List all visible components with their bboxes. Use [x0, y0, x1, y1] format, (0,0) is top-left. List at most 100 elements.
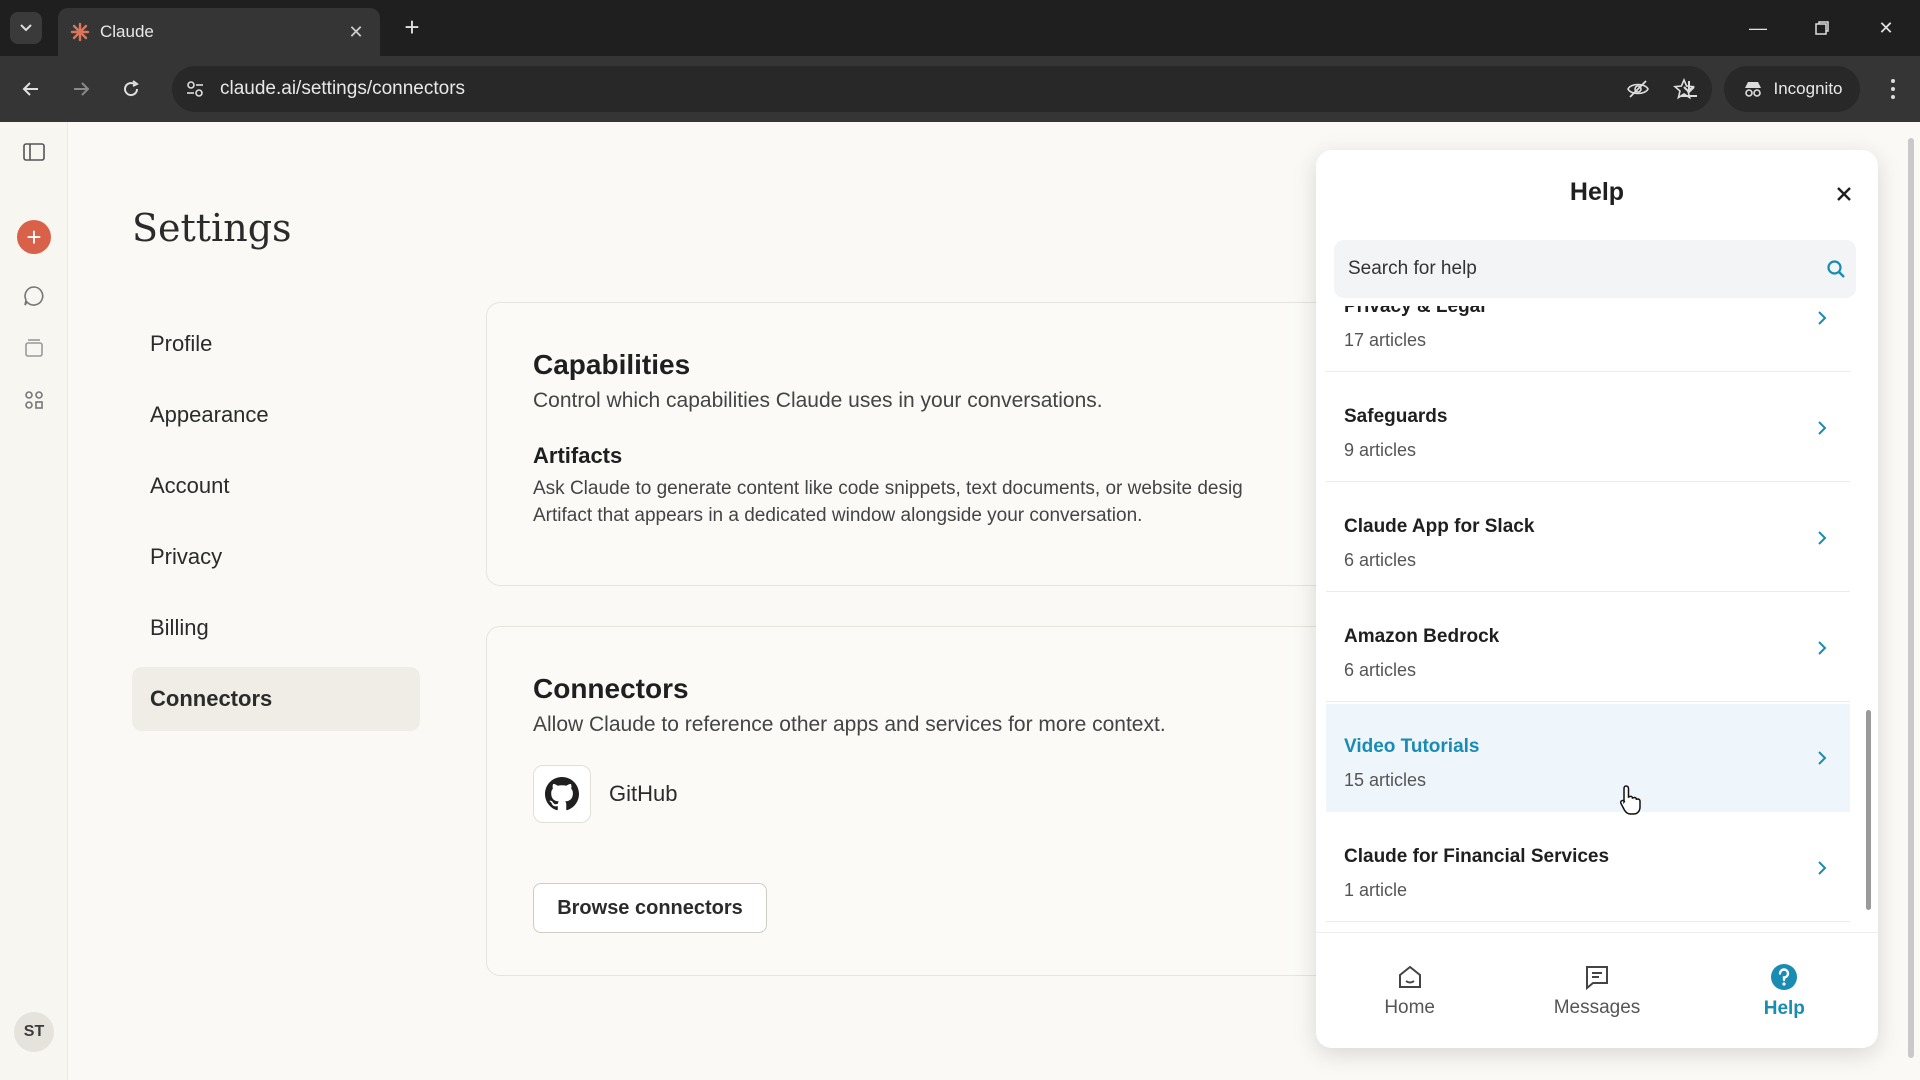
chevron-right-icon [1810, 744, 1834, 772]
chevron-right-icon [1810, 306, 1834, 332]
github-label: GitHub [609, 781, 678, 806]
downloads-button[interactable] [1672, 72, 1706, 106]
help-list-scrollbar[interactable] [1866, 710, 1871, 910]
incognito-label: Incognito [1773, 79, 1843, 98]
sidebar-toggle-icon [23, 143, 45, 161]
help-icon [1771, 963, 1798, 990]
github-icon [545, 777, 579, 811]
help-tab-home[interactable]: Home [1316, 933, 1503, 1048]
page-title: Settings [132, 206, 292, 250]
eye-slash-icon [1627, 80, 1649, 98]
collection-title: Claude App for Slack [1344, 516, 1535, 537]
help-tab-bar: Home Messages Help [1316, 932, 1878, 1048]
help-collection-privacy-legal[interactable]: Privacy & Legal 17 articles [1326, 306, 1850, 372]
settings-nav-account[interactable]: Account [132, 454, 420, 518]
collection-title: Claude for Financial Services [1344, 846, 1610, 867]
page-scrollbar[interactable] [1908, 138, 1914, 1058]
help-tab-label: Help [1763, 997, 1805, 1019]
help-collection-safeguards[interactable]: Safeguards 9 articles [1326, 374, 1850, 482]
help-tab-help[interactable]: Help [1691, 933, 1878, 1048]
help-collection-bedrock[interactable]: Amazon Bedrock 6 articles [1326, 594, 1850, 702]
help-collection-video-tutorials[interactable]: Video Tutorials 15 articles [1326, 704, 1850, 812]
browse-connectors-button[interactable]: Browse connectors [533, 883, 767, 933]
collection-count: 1 article [1344, 880, 1408, 900]
browser-tab[interactable]: Claude ✕ [58, 8, 380, 56]
toggle-sidebar-button[interactable] [14, 132, 54, 172]
chevron-right-icon [1810, 854, 1834, 882]
collection-count: 17 articles [1344, 330, 1427, 350]
download-icon [1681, 81, 1697, 97]
collection-count: 6 articles [1344, 550, 1417, 570]
more-vertical-icon [1891, 79, 1895, 99]
chat-bubble-icon [24, 286, 44, 306]
mouse-pointer-icon [1618, 784, 1644, 821]
collection-title: Privacy & Legal [1344, 306, 1486, 317]
tab-close-icon[interactable]: ✕ [344, 22, 368, 43]
github-logo-box [533, 765, 591, 823]
messages-icon [1585, 965, 1608, 990]
help-collection-slack[interactable]: Claude App for Slack 6 articles [1326, 484, 1850, 592]
help-search-input[interactable]: Search for help [1334, 240, 1856, 298]
incognito-icon [1744, 82, 1761, 97]
reload-button[interactable] [114, 72, 148, 106]
page-content: + ST Settings Profile Appearance Account… [0, 122, 1920, 1080]
collection-title: Video Tutorials [1344, 736, 1480, 757]
browser-menu-button[interactable] [1876, 72, 1910, 106]
tab-title: Claude [100, 22, 154, 41]
projects-button[interactable] [14, 328, 54, 368]
url-text: claude.ai/settings/connectors [220, 78, 466, 99]
home-icon [1398, 965, 1421, 988]
settings-nav: Profile Appearance Account Privacy Billi… [132, 312, 420, 738]
settings-nav-connectors[interactable]: Connectors [132, 667, 420, 731]
chevron-right-icon [1810, 634, 1834, 662]
restore-icon [1815, 21, 1829, 35]
help-close-button[interactable] [1828, 178, 1860, 210]
close-icon [1837, 187, 1851, 201]
help-collections-list: Privacy & Legal 17 articles Safeguards 9… [1316, 306, 1878, 932]
forward-button[interactable] [64, 72, 98, 106]
collection-title: Safeguards [1344, 406, 1448, 427]
chats-button[interactable] [14, 276, 54, 316]
address-bar[interactable]: claude.ai/settings/connectors [172, 66, 1712, 112]
tracking-protection-button[interactable] [1620, 71, 1656, 107]
help-search-placeholder: Search for help [1348, 258, 1477, 279]
artifacts-icon [25, 391, 43, 409]
back-arrow-icon [22, 82, 38, 96]
sidebar-rail: + ST [0, 122, 68, 1080]
browser-toolbar: claude.ai/settings/connectors Incognito [0, 56, 1920, 122]
settings-nav-appearance[interactable]: Appearance [132, 383, 420, 447]
collection-count: 9 articles [1344, 440, 1417, 460]
chevron-right-icon [1810, 414, 1834, 442]
new-chat-button[interactable]: + [17, 220, 51, 254]
collection-count: 6 articles [1344, 660, 1417, 680]
settings-nav-privacy[interactable]: Privacy [132, 525, 420, 589]
incognito-indicator[interactable]: Incognito [1724, 66, 1860, 112]
settings-nav-profile[interactable]: Profile [132, 312, 420, 376]
browser-tabstrip: Claude ✕ + — ✕ [0, 0, 1920, 56]
close-window-button[interactable]: ✕ [1864, 10, 1908, 46]
help-title: Help [1569, 178, 1625, 206]
chevron-down-icon [20, 24, 32, 32]
plus-icon: + [26, 222, 42, 252]
artifacts-button[interactable] [14, 380, 54, 420]
projects-icon [25, 339, 43, 357]
new-tab-button[interactable]: + [398, 14, 426, 42]
help-tab-messages[interactable]: Messages [1503, 933, 1690, 1048]
restore-button[interactable] [1800, 10, 1844, 46]
collection-title: Amazon Bedrock [1344, 626, 1500, 647]
help-collection-financial-services[interactable]: Claude for Financial Services 1 article [1326, 814, 1850, 922]
tab-search-button[interactable] [10, 12, 42, 44]
search-icon[interactable] [1816, 249, 1856, 289]
reload-icon [124, 80, 139, 97]
settings-nav-billing[interactable]: Billing [132, 596, 420, 660]
claude-logo-icon [70, 22, 90, 42]
site-settings-icon[interactable] [184, 78, 206, 100]
help-panel: Help Search for help Privacy & Legal 17 … [1316, 150, 1878, 1048]
chevron-right-icon [1810, 524, 1834, 552]
minimize-button[interactable]: — [1736, 10, 1780, 46]
forward-arrow-icon [74, 82, 90, 96]
avatar[interactable]: ST [14, 1012, 54, 1052]
collection-count: 15 articles [1344, 770, 1427, 790]
help-tab-label: Messages [1553, 996, 1641, 1018]
back-button[interactable] [14, 72, 48, 106]
